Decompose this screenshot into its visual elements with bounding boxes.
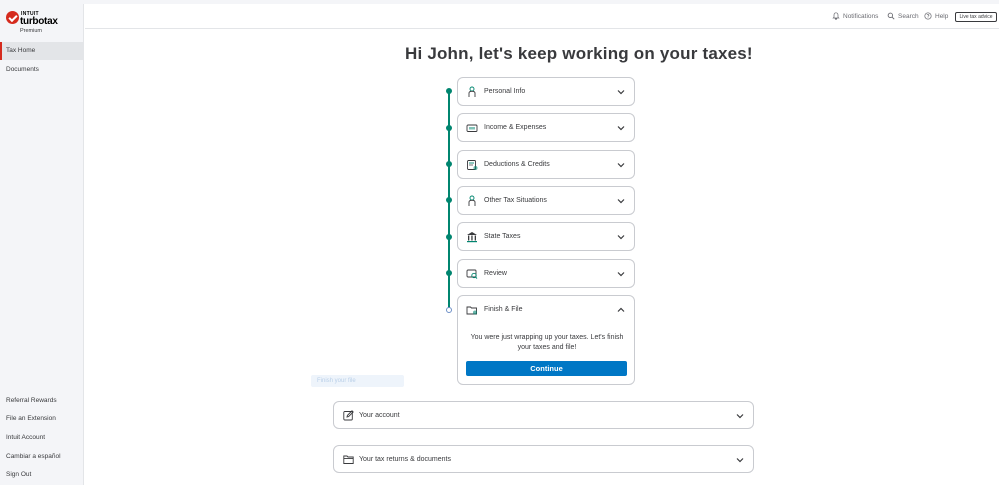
receipt-icon bbox=[467, 160, 478, 170]
sidebar-item-referral-rewards[interactable]: Referral Rewards bbox=[0, 392, 84, 410]
chevron-down-icon bbox=[617, 126, 625, 131]
your-account-label: Your account bbox=[359, 412, 400, 419]
sidebar-item-documents[interactable]: Documents bbox=[0, 61, 84, 79]
plan-tier: Premium bbox=[20, 28, 43, 34]
chevron-down-icon bbox=[617, 90, 625, 95]
sidebar-item-intuit-account[interactable]: Intuit Account bbox=[0, 429, 84, 447]
person-icon bbox=[468, 195, 476, 206]
person-icon bbox=[468, 86, 476, 97]
step-dot-complete bbox=[446, 88, 452, 94]
section-label: Deductions & Credits bbox=[484, 161, 550, 168]
section-label: Review bbox=[484, 270, 507, 277]
bell-icon bbox=[832, 12, 840, 20]
section-label: Other Tax Situations bbox=[484, 197, 547, 204]
finish-message: You were just wrapping up your taxes. Le… bbox=[470, 334, 624, 351]
step-dot-complete bbox=[446, 234, 452, 240]
logo-product: turbotax bbox=[20, 16, 58, 27]
section-finish-file[interactable]: Finish & File You were just wrapping up … bbox=[457, 295, 635, 385]
review-icon bbox=[466, 269, 478, 279]
sidebar-item-cambiar-espanol[interactable]: Cambiar a español bbox=[0, 448, 84, 466]
section-label: Finish & File bbox=[484, 306, 523, 313]
ghost-tooltip: Finish your file bbox=[311, 375, 404, 387]
section-review[interactable]: Review bbox=[457, 259, 635, 288]
sidebar-item-tax-home[interactable]: Tax Home bbox=[0, 42, 84, 60]
section-income-expenses[interactable]: Income & Expenses bbox=[457, 113, 635, 142]
step-dot-complete bbox=[446, 161, 452, 167]
section-deductions-credits[interactable]: Deductions & Credits bbox=[457, 150, 635, 179]
continue-button[interactable]: Continue bbox=[466, 361, 627, 376]
step-dot-complete bbox=[446, 270, 452, 276]
building-icon bbox=[467, 232, 477, 243]
chevron-down-icon bbox=[617, 199, 625, 204]
section-label: State Taxes bbox=[484, 233, 521, 240]
notifications-label: Notifications bbox=[843, 12, 879, 20]
edit-icon bbox=[343, 410, 354, 421]
step-dot-complete bbox=[446, 125, 452, 131]
top-header: Notifications Search Help Live tax advic… bbox=[85, 4, 999, 29]
check-logo-icon bbox=[6, 11, 19, 24]
help-icon bbox=[924, 12, 932, 20]
live-tax-advice-button[interactable]: Live tax advice bbox=[955, 12, 997, 22]
your-account-card[interactable]: Your account bbox=[333, 401, 754, 429]
turbotax-logo[interactable]: INTUIT turbotax Premium bbox=[6, 11, 66, 35]
search-label: Search bbox=[898, 12, 919, 20]
step-dot-complete bbox=[446, 197, 452, 203]
chevron-up-icon bbox=[617, 307, 625, 312]
sidebar-item-sign-out[interactable]: Sign Out bbox=[0, 466, 84, 484]
search-button[interactable]: Search bbox=[887, 12, 919, 20]
tax-returns-label: Your tax returns & documents bbox=[359, 456, 451, 463]
section-other-tax-situations[interactable]: Other Tax Situations bbox=[457, 186, 635, 215]
sidebar: INTUIT turbotax Premium Tax Home Documen… bbox=[0, 4, 84, 485]
section-label: Income & Expenses bbox=[484, 124, 547, 131]
help-button[interactable]: Help bbox=[924, 12, 948, 20]
help-label: Help bbox=[935, 12, 949, 20]
section-label: Personal Info bbox=[484, 88, 526, 95]
chevron-down-icon bbox=[736, 458, 744, 463]
section-state-taxes[interactable]: State Taxes bbox=[457, 222, 635, 251]
chevron-down-icon bbox=[617, 272, 625, 277]
folder-icon bbox=[343, 455, 354, 464]
page-title: Hi John, let's keep working on your taxe… bbox=[405, 44, 753, 63]
tax-returns-documents-card[interactable]: Your tax returns & documents bbox=[333, 445, 754, 473]
notifications-button[interactable]: Notifications bbox=[832, 12, 878, 20]
money-icon bbox=[466, 124, 478, 132]
chevron-down-icon bbox=[617, 163, 625, 168]
search-icon bbox=[887, 12, 895, 20]
chevron-down-icon bbox=[617, 235, 625, 240]
sidebar-item-file-extension[interactable]: File an Extension bbox=[0, 410, 84, 428]
step-dot-current bbox=[446, 307, 452, 313]
chevron-down-icon bbox=[736, 414, 744, 419]
folder-icon bbox=[466, 306, 477, 315]
section-personal-info[interactable]: Personal Info bbox=[457, 77, 635, 106]
